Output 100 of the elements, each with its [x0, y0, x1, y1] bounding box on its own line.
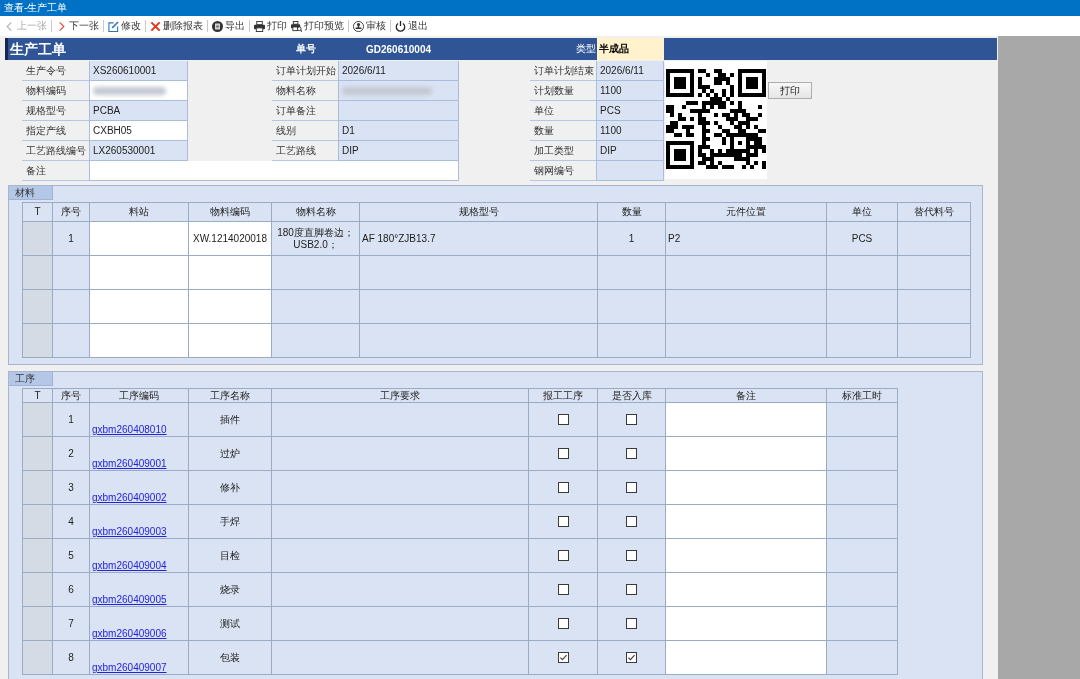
row-header[interactable]: [22, 289, 53, 324]
table-cell: 烧录: [188, 572, 272, 607]
row-header[interactable]: [22, 504, 53, 539]
checkbox[interactable]: [557, 618, 569, 629]
type-value: 半成品: [597, 38, 664, 60]
input-field[interactable]: XW.1214020018: [188, 221, 272, 256]
row-header[interactable]: [22, 221, 53, 256]
input-field[interactable]: [665, 402, 827, 437]
printer-icon: [254, 20, 265, 32]
input-field[interactable]: [188, 255, 272, 290]
column-header: 物料名称: [271, 202, 360, 222]
input-field[interactable]: [89, 289, 189, 324]
checkbox[interactable]: [557, 482, 569, 493]
row-header[interactable]: [22, 640, 53, 675]
exit-button[interactable]: 退出: [393, 17, 430, 35]
table-cell: 4: [52, 504, 90, 539]
input-field[interactable]: [665, 640, 827, 675]
table-cell: 6: [52, 572, 90, 607]
table-cell: 目检: [188, 538, 272, 573]
checkbox[interactable]: [626, 652, 637, 663]
review-button[interactable]: 审核: [351, 17, 388, 35]
readonly-field: 1100: [596, 81, 664, 101]
pencil-square-icon: [108, 20, 119, 32]
checkbox[interactable]: [626, 482, 637, 493]
table-cell: 手焊: [188, 504, 272, 539]
readonly-field: XS260610001: [89, 61, 188, 81]
row-header[interactable]: [22, 255, 53, 290]
table-cell: PCS: [826, 221, 898, 256]
table-cell: AF 180°ZJB13.7: [359, 221, 598, 256]
readonly-field: D1: [338, 121, 459, 141]
circled-page-icon: [212, 20, 223, 32]
column-header: 规格型号: [359, 202, 598, 222]
row-header[interactable]: [22, 436, 53, 471]
column-header: 工序编码: [89, 388, 189, 403]
readonly-field: LX260530001: [89, 141, 188, 161]
input-field[interactable]: [665, 572, 827, 607]
export-button[interactable]: 导出: [210, 17, 247, 35]
input-field[interactable]: CXBH05: [89, 121, 188, 141]
table-cell: 180度直脚卷边；USB2.0；: [271, 221, 360, 256]
column-header: 序号: [52, 388, 90, 403]
column-header: T: [22, 388, 53, 403]
input-field[interactable]: [89, 323, 189, 358]
cross-icon: [150, 20, 161, 32]
table-cell: 7: [52, 606, 90, 641]
checkbox[interactable]: [626, 584, 637, 595]
delete-button[interactable]: 删除报表: [148, 17, 205, 35]
printer-magnifier-icon: [291, 20, 302, 32]
checkbox[interactable]: [557, 516, 569, 527]
input-field[interactable]: [188, 323, 272, 358]
row-header[interactable]: [22, 606, 53, 641]
next-button[interactable]: 下一张: [54, 17, 101, 35]
column-header: 元件位置: [665, 202, 827, 222]
column-header: 标准工时: [826, 388, 898, 403]
input-field[interactable]: [665, 436, 827, 471]
readonly-field: PCS: [596, 101, 664, 121]
input-field[interactable]: [89, 221, 189, 256]
print-preview-button[interactable]: 打印预览: [289, 17, 346, 35]
input-field[interactable]: [665, 538, 827, 573]
readonly-field: DIP: [338, 141, 459, 161]
row-header[interactable]: [22, 572, 53, 607]
readonly-field: 2026/6/11: [596, 61, 664, 81]
column-header: 工序名称: [188, 388, 272, 403]
input-field[interactable]: [665, 504, 827, 539]
input-field[interactable]: [665, 470, 827, 505]
input-field[interactable]: [89, 81, 188, 101]
group-caption: 材料: [9, 186, 53, 200]
print-button[interactable]: 打印: [768, 82, 812, 99]
readonly-field: DIP: [596, 141, 664, 161]
checkbox[interactable]: [557, 652, 569, 663]
readonly-field: 1100: [596, 121, 664, 141]
row-header[interactable]: [22, 323, 53, 358]
column-header: 序号: [52, 202, 90, 222]
row-header[interactable]: [22, 402, 53, 437]
row-header[interactable]: [22, 470, 53, 505]
input-field[interactable]: [89, 255, 189, 290]
checkbox[interactable]: [557, 584, 569, 595]
stamp-icon: [353, 20, 364, 32]
table-cell: P2: [665, 221, 827, 256]
checkbox[interactable]: [557, 448, 569, 459]
checkbox[interactable]: [557, 550, 569, 561]
readonly-field: 2026/6/11: [338, 61, 459, 81]
window-title: 查看-生产工单: [4, 2, 68, 14]
input-field[interactable]: [665, 606, 827, 641]
checkbox[interactable]: [626, 550, 637, 561]
checkbox[interactable]: [626, 414, 637, 425]
checkbox[interactable]: [626, 618, 637, 629]
table-cell: 测试: [188, 606, 272, 641]
checkbox[interactable]: [626, 516, 637, 527]
checkbox[interactable]: [557, 414, 569, 425]
column-header: 是否入库: [597, 388, 666, 403]
column-header: 报工工序: [528, 388, 598, 403]
number-label: 单号: [296, 42, 316, 56]
input-field[interactable]: [188, 289, 272, 324]
print-button[interactable]: 打印: [252, 17, 289, 35]
column-header: 备注: [665, 388, 827, 403]
input-field[interactable]: [89, 161, 459, 181]
edit-button[interactable]: 修改: [106, 17, 143, 35]
table-cell: 1: [52, 402, 90, 437]
row-header[interactable]: [22, 538, 53, 573]
checkbox[interactable]: [626, 448, 637, 459]
